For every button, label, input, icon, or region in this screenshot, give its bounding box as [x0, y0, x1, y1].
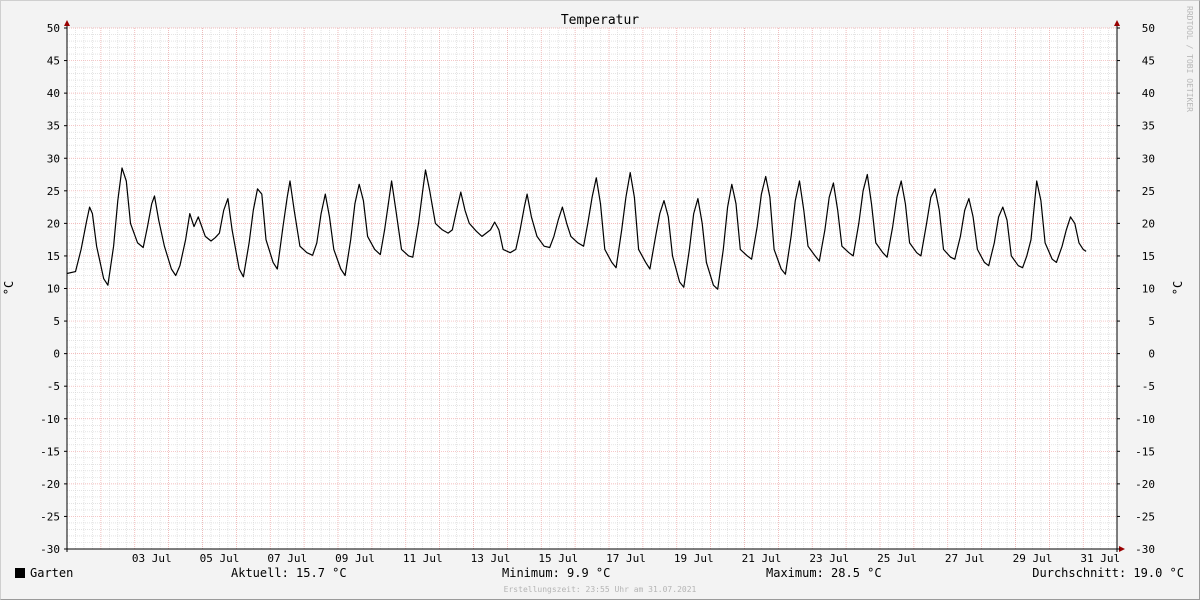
y-tick-label: 30 — [47, 152, 60, 165]
y-tick-label: 25 — [47, 185, 60, 198]
y-tick-label: 20 — [47, 217, 60, 230]
y-tick-label: -20 — [1135, 478, 1155, 491]
y-tick-label: 15 — [1142, 250, 1155, 263]
x-tick-label: 27 Jul — [945, 552, 985, 565]
y-tick-label: 50 — [1142, 22, 1155, 35]
y-tick-label: 0 — [53, 348, 60, 361]
x-tick-label: 03 Jul — [132, 552, 172, 565]
x-tick-label: 31 Jul — [1080, 552, 1120, 565]
y-tick-label: 5 — [1148, 315, 1155, 328]
y-tick-labels-left: -30 -25 -20 -15 -10 -5 0 5 10 15 20 25 30 35 40 45 50 — [40, 22, 60, 556]
x-tick-label: 15 Jul — [538, 552, 578, 565]
x-tick-labels: 03 Jul 05 Jul 07 Jul 09 Jul 11 Jul 13 Jul 15 J… — [132, 552, 1120, 565]
chart-title: Temperatur — [561, 13, 639, 28]
x-tick-label: 13 Jul — [471, 552, 511, 565]
legend-current: Aktuell: 15.7 °C — [231, 566, 347, 580]
legend-average: Durchschnitt: 19.0 °C — [1032, 566, 1184, 580]
y-axis-label-right: °C — [1171, 281, 1185, 295]
y-tick-label: 35 — [1142, 120, 1155, 133]
x-tick-label: 25 Jul — [877, 552, 917, 565]
x-tick-label: 11 Jul — [403, 552, 443, 565]
legend-minimum: Minimum: 9.9 °C — [502, 566, 611, 580]
y-tick-label: 35 — [47, 120, 60, 133]
y-tick-label: 25 — [1142, 185, 1155, 198]
y-tick-label: 15 — [47, 250, 60, 263]
y-tick-label: -30 — [1135, 543, 1155, 556]
legend-swatch — [15, 568, 25, 578]
y-tick-label: 30 — [1142, 152, 1155, 165]
y-tick-label: 0 — [1148, 348, 1155, 361]
y-tick-label: -20 — [40, 478, 60, 491]
y-tick-label: -10 — [1135, 413, 1155, 426]
legend-row: Garten Aktuell: 15.7 °C Minimum: 9.9 °C … — [0, 566, 1200, 584]
y-axis-arrow-left — [64, 20, 70, 26]
x-tick-label: 19 Jul — [674, 552, 714, 565]
y-axis-label-left: °C — [2, 281, 16, 295]
y-tick-label: 40 — [1142, 87, 1155, 100]
y-tick-label: -10 — [40, 413, 60, 426]
legend-series-name: Garten — [30, 566, 74, 580]
x-tick-label: 17 Jul — [606, 552, 646, 565]
grid — [66, 27, 1117, 550]
y-tick-label: 10 — [47, 283, 60, 296]
x-tick-label: 21 Jul — [742, 552, 782, 565]
x-tick-label: 09 Jul — [335, 552, 375, 565]
y-tick-label: -5 — [1142, 380, 1155, 393]
y-tick-label: 10 — [1142, 283, 1155, 296]
y-tick-label: 40 — [47, 87, 60, 100]
y-tick-label: -15 — [40, 445, 60, 458]
y-tick-label: 50 — [47, 22, 60, 35]
watermark: RRDTOOL / TOBI OETIKER — [1185, 6, 1194, 112]
x-tick-label: 29 Jul — [1013, 552, 1053, 565]
y-tick-label: -15 — [1135, 445, 1155, 458]
y-tick-label: -5 — [47, 380, 60, 393]
x-tick-label: 07 Jul — [267, 552, 307, 565]
x-tick-label: 05 Jul — [200, 552, 240, 565]
legend-maximum: Maximum: 28.5 °C — [766, 566, 882, 580]
y-tick-label: -30 — [40, 543, 60, 556]
y-tick-label: -25 — [1135, 510, 1155, 523]
y-tick-label: 20 — [1142, 217, 1155, 230]
y-axis-arrow-right — [1114, 20, 1120, 26]
y-tick-label: 45 — [1142, 55, 1155, 68]
y-tick-label: -25 — [40, 510, 60, 523]
x-tick-label: 23 Jul — [809, 552, 849, 565]
y-tick-label: 45 — [47, 55, 60, 68]
temperature-chart: -30-25-20-15-10-505101520253035404550 -3… — [2, 6, 1194, 565]
y-tick-labels-right: -30 -25 -20 -15 -10 -5 0 5 10 15 20 25 30 35 40 45 50 — [1135, 22, 1155, 556]
y-tick-label: 5 — [53, 315, 60, 328]
footer-timestamp: Erstellungszeit: 23:55 Uhr am 31.07.2021 — [503, 585, 697, 594]
legend-series: Garten — [15, 566, 73, 580]
